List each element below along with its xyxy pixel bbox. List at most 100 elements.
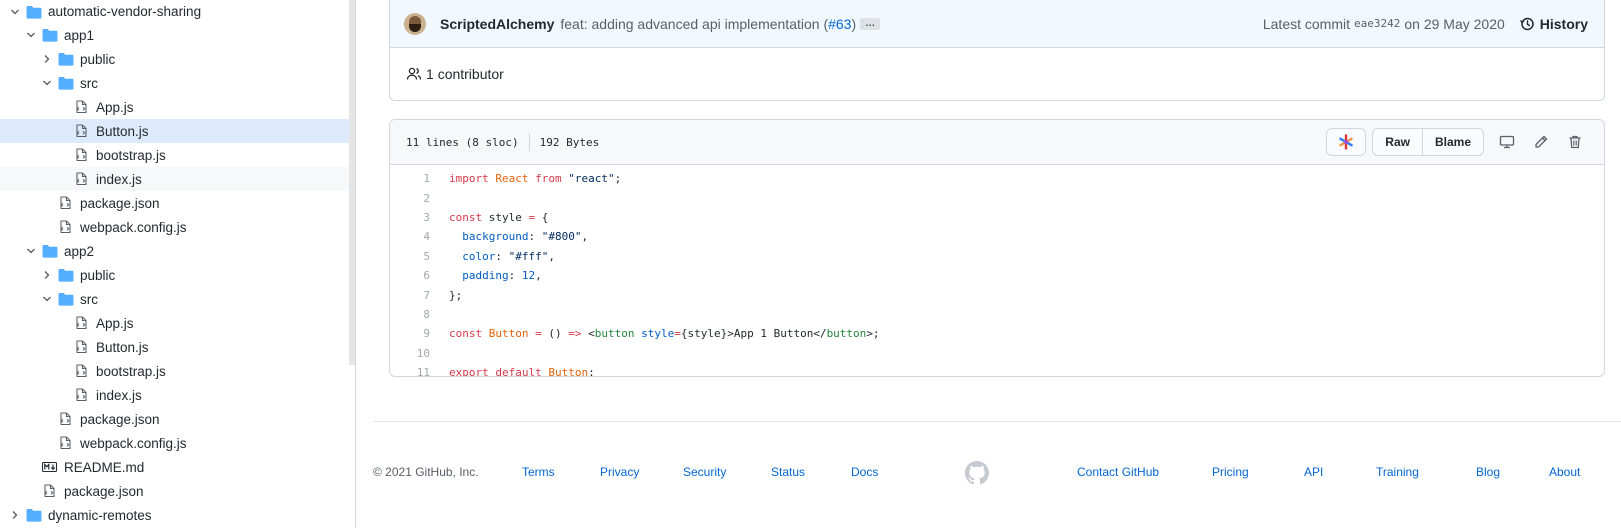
tree-file[interactable]: bootstrap.js	[0, 143, 355, 167]
code-token: :	[508, 269, 522, 283]
codespaces-button[interactable]	[1326, 128, 1367, 156]
chevron-right-icon[interactable]	[40, 268, 54, 282]
code-line: 2	[390, 188, 1604, 207]
line-number[interactable]: 11	[390, 366, 430, 376]
contributor-count: 1	[426, 66, 434, 82]
tree-folder[interactable]: automatic-vendor-sharing	[0, 0, 355, 23]
code-token: ;	[614, 172, 622, 186]
avatar[interactable]	[404, 12, 426, 35]
footer-link-status[interactable]: Status	[771, 462, 805, 482]
tree-file[interactable]: webpack.config.js	[0, 215, 355, 239]
file-code-icon	[58, 196, 74, 210]
code-token: :	[495, 249, 509, 263]
tree-folder[interactable]: app2	[0, 239, 355, 263]
tree-file[interactable]: package.json	[0, 191, 355, 215]
tree-file[interactable]: Button.js	[0, 119, 355, 143]
footer-link-security[interactable]: Security	[683, 462, 726, 482]
tree-folder[interactable]: src	[0, 287, 355, 311]
pr-link[interactable]: #63	[828, 16, 851, 32]
line-number[interactable]: 9	[390, 327, 430, 340]
commit-message[interactable]: feat: adding advanced api implementation…	[560, 16, 856, 32]
line-number[interactable]: 10	[390, 347, 430, 360]
contributors-row[interactable]: 1 contributor	[390, 48, 1604, 100]
footer-link-docs[interactable]: Docs	[851, 462, 878, 482]
file-code-icon	[74, 100, 90, 114]
code-token: ,	[581, 230, 589, 244]
desktop-icon	[1499, 135, 1515, 149]
code-token: button	[826, 327, 867, 341]
code-line: 6 padding: 12,	[390, 266, 1604, 285]
tree-item-label: index.js	[96, 171, 142, 187]
footer-link-api[interactable]: API	[1304, 462, 1323, 482]
code-token: Button	[482, 327, 529, 341]
file-code-icon	[74, 124, 90, 138]
tree-folder[interactable]: public	[0, 47, 355, 71]
chevron-down-icon[interactable]	[40, 76, 54, 90]
history-icon	[1519, 17, 1534, 30]
tree-folder[interactable]: dynamic-remotes	[0, 503, 355, 527]
tree-file[interactable]: webpack.config.js	[0, 431, 355, 455]
code-token: style	[482, 210, 529, 224]
edit-button[interactable]	[1524, 128, 1558, 156]
tree-folder[interactable]: src	[0, 71, 355, 95]
tree-file[interactable]: index.js	[0, 383, 355, 407]
line-number[interactable]: 1	[390, 172, 430, 185]
tree-folder[interactable]: public	[0, 263, 355, 287]
line-number[interactable]: 3	[390, 211, 430, 224]
delete-button[interactable]	[1558, 128, 1592, 156]
contributor-label: contributor	[437, 66, 504, 82]
desktop-button[interactable]	[1490, 128, 1524, 156]
chevron-down-icon[interactable]	[8, 5, 22, 19]
tree-file[interactable]: package.json	[0, 479, 355, 503]
line-content: };	[430, 289, 462, 302]
footer-link-training[interactable]: Training	[1376, 462, 1419, 482]
chevron-right-icon[interactable]	[40, 52, 54, 66]
code-line: 4 background: "#800",	[390, 227, 1604, 246]
github-logo-icon[interactable]	[965, 461, 989, 491]
latest-commit-bar: ScriptedAlchemy feat: adding advanced ap…	[390, 0, 1604, 48]
line-number[interactable]: 4	[390, 230, 430, 243]
blame-button[interactable]: Blame	[1422, 128, 1484, 156]
tree-item-label: automatic-vendor-sharing	[48, 4, 202, 19]
file-actions: Raw Blame	[1326, 128, 1592, 156]
tree-file[interactable]: index.js	[0, 167, 355, 191]
chevron-right-icon[interactable]	[8, 508, 22, 522]
chevron-down-icon[interactable]	[40, 292, 54, 306]
sidebar-scrollbar[interactable]	[349, 0, 355, 365]
line-number[interactable]: 2	[390, 192, 430, 205]
code-token: ()	[541, 327, 569, 341]
commit-sha[interactable]: eae3242	[1354, 17, 1400, 30]
tree-file[interactable]: App.js	[0, 311, 355, 335]
footer-link-blog[interactable]: Blog	[1476, 462, 1500, 482]
tree-file[interactable]: README.md	[0, 455, 355, 479]
history-link[interactable]: History	[1519, 16, 1588, 32]
footer-link-about[interactable]: About	[1549, 462, 1580, 482]
tree-file[interactable]: package.json	[0, 407, 355, 431]
tree-file[interactable]: App.js	[0, 95, 355, 119]
code-token: React	[488, 172, 529, 186]
code-token: ,	[535, 269, 542, 283]
tree-file[interactable]: bootstrap.js	[0, 359, 355, 383]
footer-link-pricing[interactable]: Pricing	[1212, 462, 1249, 482]
code-line: 5 color: "#fff",	[390, 247, 1604, 266]
code-token: >;	[866, 327, 880, 341]
line-number[interactable]: 5	[390, 250, 430, 263]
tree-file[interactable]: Button.js	[0, 335, 355, 359]
raw-button[interactable]: Raw	[1372, 128, 1423, 156]
line-content: import React from "react";	[430, 172, 621, 185]
tree-item-label: App.js	[96, 315, 134, 331]
chevron-down-icon[interactable]	[24, 28, 38, 42]
line-number[interactable]: 6	[390, 269, 430, 282]
footer-link-contact[interactable]: Contact GitHub	[1077, 462, 1159, 482]
footer-link-privacy[interactable]: Privacy	[600, 462, 639, 482]
line-number[interactable]: 7	[390, 289, 430, 302]
tree-folder[interactable]: app1	[0, 23, 355, 47]
expand-commit-button[interactable]: …	[860, 17, 881, 30]
commit-date: on 29 May 2020	[1404, 15, 1505, 32]
tree-item-label: package.json	[64, 483, 144, 499]
file-code-icon	[74, 148, 90, 162]
commit-author[interactable]: ScriptedAlchemy	[440, 16, 554, 32]
footer-link-terms[interactable]: Terms	[522, 462, 555, 482]
line-number[interactable]: 8	[390, 308, 430, 321]
chevron-down-icon[interactable]	[24, 244, 38, 258]
